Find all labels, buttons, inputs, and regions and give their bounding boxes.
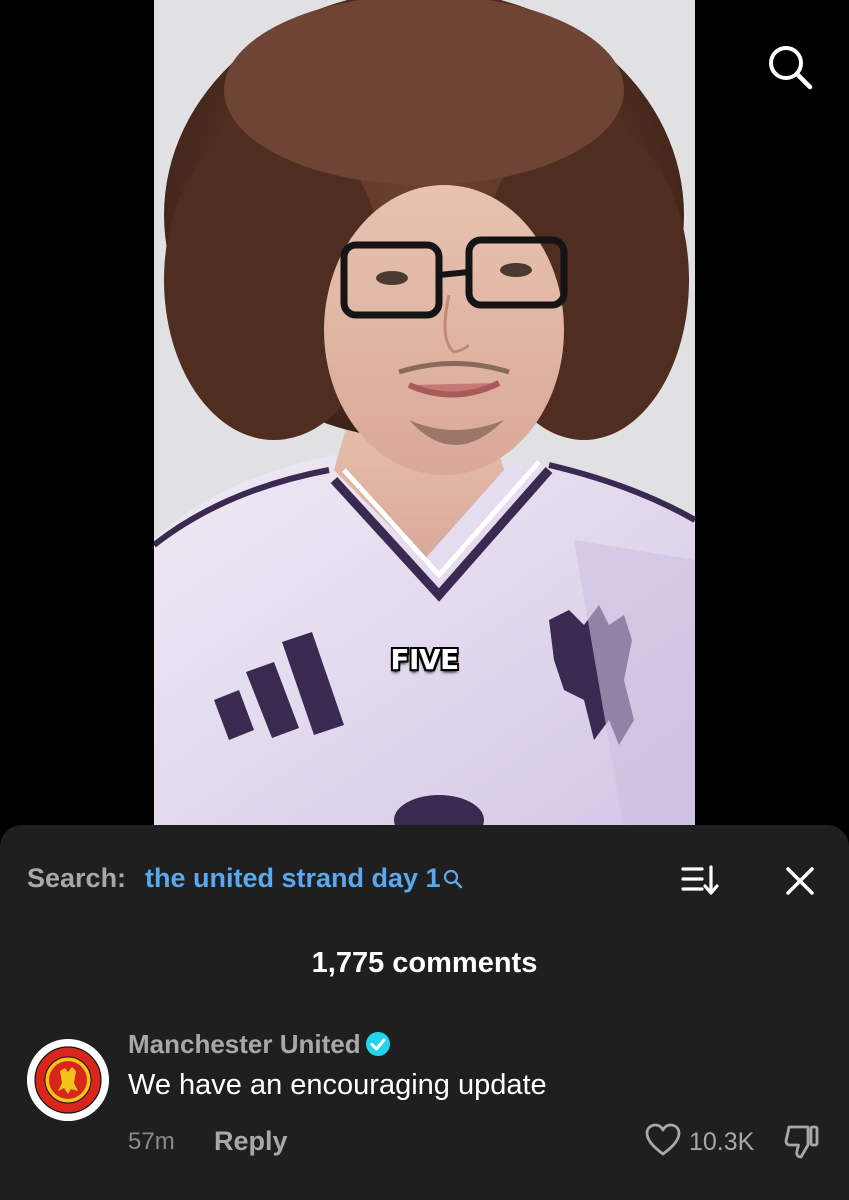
comment-author-name: Manchester United bbox=[128, 1029, 361, 1059]
search-icon[interactable] bbox=[765, 42, 815, 92]
search-query-text: the united strand day 1 bbox=[145, 863, 441, 893]
comments-header: Search: the united strand day 1 bbox=[0, 825, 849, 935]
search-query-link[interactable]: the united strand day 1 bbox=[145, 863, 463, 894]
like-count: 10.3K bbox=[689, 1127, 755, 1156]
reply-button[interactable]: Reply bbox=[214, 1126, 288, 1157]
club-crest-avatar[interactable] bbox=[27, 1039, 109, 1121]
heart-icon bbox=[645, 1123, 681, 1162]
dislike-icon[interactable] bbox=[782, 1123, 820, 1161]
video-frame-image bbox=[154, 0, 695, 830]
search-small-icon bbox=[443, 865, 463, 889]
close-icon[interactable] bbox=[780, 861, 820, 901]
search-label: Search: bbox=[27, 863, 127, 893]
comment-author[interactable]: Manchester United bbox=[128, 1029, 391, 1060]
like-button[interactable]: 10.3K bbox=[645, 1122, 754, 1162]
video-player[interactable]: FIVE bbox=[154, 0, 695, 830]
comment-count: 1,775 comments bbox=[311, 947, 538, 979]
verified-badge-icon bbox=[365, 1031, 391, 1057]
comments-sheet: Search: the united strand day 1 1,775 co… bbox=[0, 825, 849, 1200]
app-screen: FIVE Search: the united strand day 1 1,7… bbox=[0, 0, 849, 1200]
comment-text: We have an encouraging update bbox=[128, 1069, 547, 1101]
sort-icon[interactable] bbox=[680, 861, 720, 899]
comment-time: 57m bbox=[128, 1128, 175, 1155]
video-caption: FIVE bbox=[390, 643, 459, 676]
comment-item: Manchester United We have an encouraging… bbox=[0, 1025, 849, 1195]
